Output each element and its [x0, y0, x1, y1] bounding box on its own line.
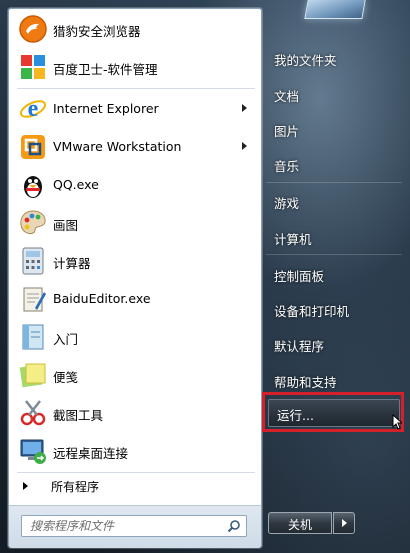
recent-program-calculator[interactable]: 计算器	[11, 243, 259, 279]
recent-program-qq[interactable]: QQ.exe	[11, 167, 259, 203]
pinned-separator	[17, 88, 255, 89]
search-input[interactable]	[30, 518, 210, 534]
right-item-documents[interactable]: 文档	[266, 80, 402, 106]
sticky-notes-icon	[17, 359, 49, 391]
baidu-guard-software-icon	[17, 51, 49, 83]
program-label: Internet Explorer	[53, 101, 159, 116]
recent-program-internet-explorer[interactable]: e Internet Explorer	[11, 91, 259, 127]
recent-program-vmware-workstation[interactable]: VMware Workstation	[11, 129, 259, 165]
right-item-label: 文档	[274, 89, 300, 104]
right-item-my-folder[interactable]: 我的文件夹	[266, 44, 402, 70]
svg-text:e: e	[28, 96, 39, 122]
snipping-tool-icon	[17, 397, 49, 429]
run-label: 运行...	[277, 408, 314, 423]
right-item-pictures[interactable]: 图片	[266, 115, 402, 141]
program-label: 画图	[53, 218, 79, 233]
right-item-computer[interactable]: 计算机	[266, 223, 402, 249]
paint-palette-icon	[17, 207, 49, 239]
right-item-games[interactable]: 游戏	[266, 187, 402, 213]
mouse-cursor-icon	[392, 414, 402, 430]
pinned-program-baidu-guard[interactable]: 百度卫士-软件管理	[11, 49, 259, 85]
right-item-label: 设备和打印机	[274, 304, 350, 319]
user-picture-frame	[304, 0, 366, 19]
program-label: 计算器	[53, 256, 91, 271]
expand-arrow-icon	[23, 482, 28, 490]
right-item-label: 音乐	[274, 159, 300, 174]
program-label: 百度卫士-软件管理	[53, 62, 158, 77]
right-item-label: 控制面板	[274, 269, 325, 284]
recent-program-snipping-tool[interactable]: 截图工具	[11, 395, 259, 431]
all-programs-label: 所有程序	[51, 480, 100, 494]
right-item-default-programs[interactable]: 默认程序	[266, 330, 402, 356]
shutdown-label: 关机	[287, 518, 312, 532]
submenu-arrow-icon[interactable]	[242, 142, 247, 150]
chevron-right-icon	[342, 519, 347, 527]
program-label: 截图工具	[53, 408, 104, 423]
right-item-help-support[interactable]: 帮助和支持	[266, 366, 402, 392]
run-item-highlight[interactable]: 运行...	[262, 392, 404, 432]
shutdown-options-button[interactable]	[333, 512, 355, 534]
program-label: 入门	[53, 332, 79, 347]
right-item-devices-printers[interactable]: 设备和打印机	[266, 295, 402, 321]
right-item-label: 帮助和支持	[274, 375, 337, 390]
right-item-music[interactable]: 音乐	[266, 150, 402, 176]
cheetah-browser-icon	[17, 13, 49, 45]
vmware-workstation-icon	[17, 131, 49, 163]
right-item-label: 计算机	[274, 232, 312, 247]
program-label: 猎豹安全浏览器	[53, 24, 141, 39]
recent-program-sticky-notes[interactable]: 便笺	[11, 357, 259, 393]
recent-program-paint[interactable]: 画图	[11, 205, 259, 241]
program-label: BaiduEditor.exe	[53, 291, 151, 306]
program-label: 远程桌面连接	[53, 446, 129, 461]
program-label: VMware Workstation	[53, 139, 182, 154]
search-icon[interactable]	[227, 519, 241, 533]
start-menu-programs-pane: 猎豹安全浏览器 百度卫士-软件管理 e Internet Explorer VM…	[8, 8, 262, 548]
all-programs-separator	[17, 472, 255, 473]
recent-program-remote-desktop[interactable]: 远程桌面连接	[11, 433, 259, 469]
right-separator	[266, 182, 402, 183]
shutdown-button[interactable]: 关机	[268, 512, 332, 534]
right-item-label: 默认程序	[274, 339, 325, 354]
all-programs-button[interactable]: 所有程序	[11, 475, 259, 497]
submenu-arrow-icon[interactable]	[242, 104, 247, 112]
recent-program-baidu-editor[interactable]: BaiduEditor.exe	[11, 281, 259, 317]
baidu-editor-icon	[17, 283, 49, 315]
qq-penguin-icon	[17, 169, 49, 201]
right-item-label: 游戏	[274, 196, 300, 211]
remote-desktop-icon	[17, 435, 49, 467]
right-item-label: 图片	[274, 124, 300, 139]
recent-program-getting-started[interactable]: 入门	[11, 319, 259, 355]
program-label: 便笺	[53, 370, 79, 385]
program-label: QQ.exe	[53, 177, 99, 192]
calculator-icon	[17, 245, 49, 277]
run-item[interactable]: 运行...	[268, 399, 400, 427]
right-item-label: 我的文件夹	[274, 53, 337, 68]
right-item-control-panel[interactable]: 控制面板	[266, 260, 402, 286]
getting-started-icon	[17, 321, 49, 353]
search-box[interactable]	[21, 515, 247, 537]
pinned-program-cheetah-browser[interactable]: 猎豹安全浏览器	[11, 11, 259, 47]
internet-explorer-icon: e	[17, 93, 49, 125]
right-separator	[266, 254, 402, 255]
search-area	[9, 505, 261, 548]
